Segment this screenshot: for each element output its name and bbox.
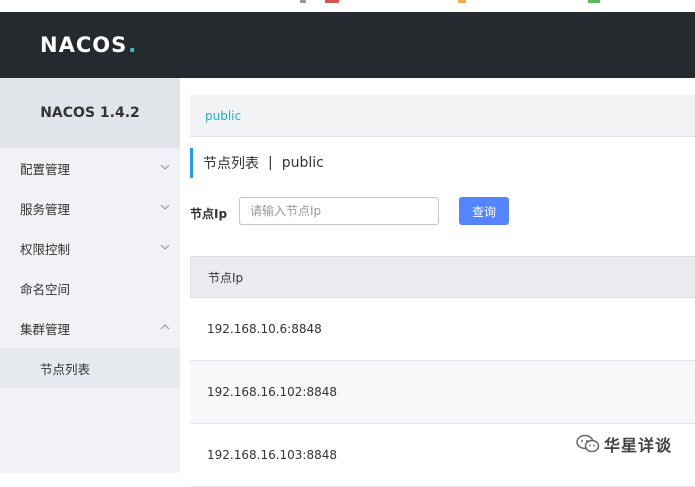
search-button[interactable]: 查询 [459, 197, 509, 225]
page-title-namespace: public [281, 155, 324, 171]
chevron-down-icon [160, 204, 170, 210]
watermark-text: 华星详谈 [604, 436, 673, 455]
strip-fragment [458, 0, 466, 3]
table-header-node-ip[interactable]: 节点Ip [190, 256, 695, 298]
namespace-bar: public [190, 95, 695, 137]
version-label: NACOS 1.4.2 [0, 78, 180, 148]
page-title-text: 节点列表 [203, 156, 259, 172]
sidebar-item-label: 配置管理 [20, 161, 71, 177]
sidebar-item-label: 权限控制 [20, 241, 71, 257]
sidebar-item-label: 命名空间 [20, 281, 71, 297]
sidebar-item-access-control[interactable]: 权限控制 [0, 228, 180, 268]
sidebar-subitem-node-list[interactable]: 节点列表 [0, 348, 180, 388]
node-ip-search-input[interactable] [239, 197, 439, 225]
app-header: NACOS . [0, 12, 695, 78]
node-ip-cell: 192.168.16.102:8848 [207, 385, 338, 399]
main-content: public 节点列表 | public 节点Ip 查询 节点Ip 192.16… [180, 78, 695, 487]
sidebar-item-service-management[interactable]: 服务管理 [0, 188, 180, 228]
strip-fragment [325, 0, 339, 3]
sidebar-subitem-label: 节点列表 [40, 361, 91, 377]
strip-fragment [300, 0, 306, 3]
title-accent-bar [190, 148, 193, 178]
sidebar: NACOS 1.4.2 配置管理 服务管理 权限控制 命名空间 集群管理 节点列… [0, 78, 180, 473]
sidebar-item-label: 服务管理 [20, 201, 71, 217]
browser-top-strip [0, 0, 695, 12]
nacos-logo[interactable]: NACOS . [40, 32, 136, 58]
logo-text: NACOS [40, 33, 128, 57]
wechat-icon [576, 434, 600, 453]
table-row: 192.168.10.6:8848 [190, 298, 695, 361]
node-ip-cell: 192.168.10.6:8848 [207, 322, 322, 336]
logo-dot: . [128, 33, 137, 57]
node-ip-label: 节点Ip [190, 207, 228, 221]
node-ip-cell: 192.168.16.103:8848 [207, 448, 338, 462]
namespace-link-public[interactable]: public [205, 109, 241, 123]
watermark: 华星详谈 [576, 432, 672, 456]
title-separator: | [268, 155, 273, 171]
table-row: 192.168.16.102:8848 [190, 361, 695, 424]
sidebar-item-label: 集群管理 [20, 321, 71, 337]
page-title: 节点列表 | public [190, 148, 324, 178]
chevron-down-icon [160, 244, 170, 250]
sidebar-item-config-management[interactable]: 配置管理 [0, 148, 180, 188]
chevron-down-icon [160, 164, 170, 170]
strip-fragment [588, 0, 600, 3]
chevron-up-icon [160, 324, 170, 330]
sidebar-item-namespace[interactable]: 命名空间 [0, 268, 180, 308]
sidebar-item-cluster-management[interactable]: 集群管理 [0, 308, 180, 348]
